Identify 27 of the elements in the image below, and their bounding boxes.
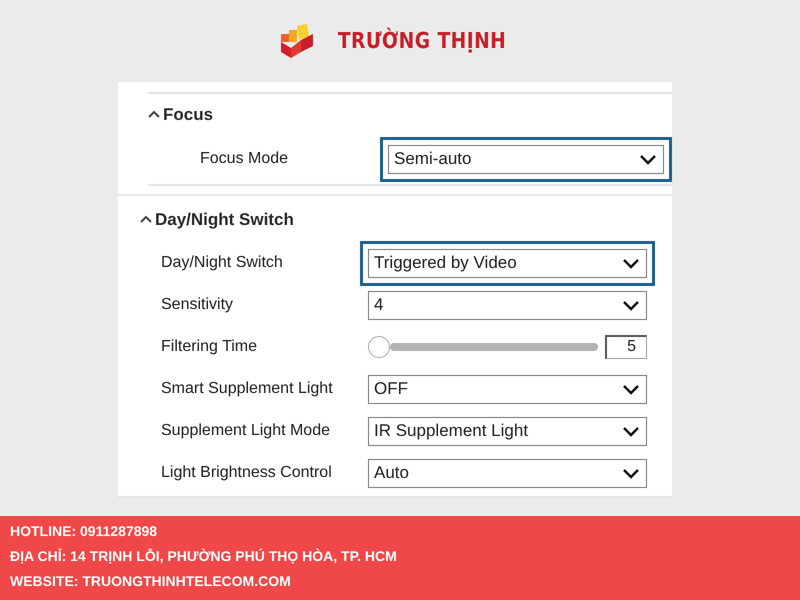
dropdown[interactable]: 4 — [368, 290, 647, 320]
field-label: Light Brightness Control — [161, 463, 333, 483]
footer-text: ĐỊA CHỈ: 14 TRỊNH LỖI, PHƯỜNG PHÚ THỌ HÒA, TP. HCM — [10, 547, 398, 566]
section-title[interactable]: Focus — [163, 106, 214, 122]
dropdown[interactable]: OFF — [368, 374, 647, 404]
dropdown[interactable]: Auto — [368, 458, 647, 488]
field-label: Supplement Light Mode — [161, 421, 331, 441]
field-label: Focus Mode — [200, 149, 290, 169]
chevron-down-icon — [639, 154, 657, 164]
slider-thumb[interactable] — [368, 336, 390, 358]
dropdown[interactable]: Triggered by Video — [368, 248, 647, 278]
field-label: Sensitivity — [161, 295, 234, 315]
section-title[interactable]: Day/Night Switch — [155, 210, 294, 228]
dropdown[interactable]: IR Supplement Light — [368, 416, 647, 446]
dropdown[interactable]: Semi-auto — [388, 144, 664, 174]
chevron-down-icon — [622, 258, 640, 268]
field-label: Day/Night Switch — [161, 253, 284, 273]
chevron-down-icon — [622, 426, 640, 436]
footer-text: WEBSITE: TRUONGTHINHTELECOM.COM — [10, 572, 292, 591]
field-label: Smart Supplement Light — [161, 379, 334, 399]
field-label: Filtering Time — [161, 337, 258, 357]
chevron-down-icon — [622, 468, 640, 478]
chevron-down-icon — [622, 300, 640, 310]
chevron-down-icon — [622, 384, 640, 394]
logo-text: TRƯỜNG THỊNH — [338, 26, 506, 56]
footer-text: HOTLINE: 0911287898 — [10, 522, 158, 541]
value-field[interactable]: 5 — [605, 335, 647, 359]
